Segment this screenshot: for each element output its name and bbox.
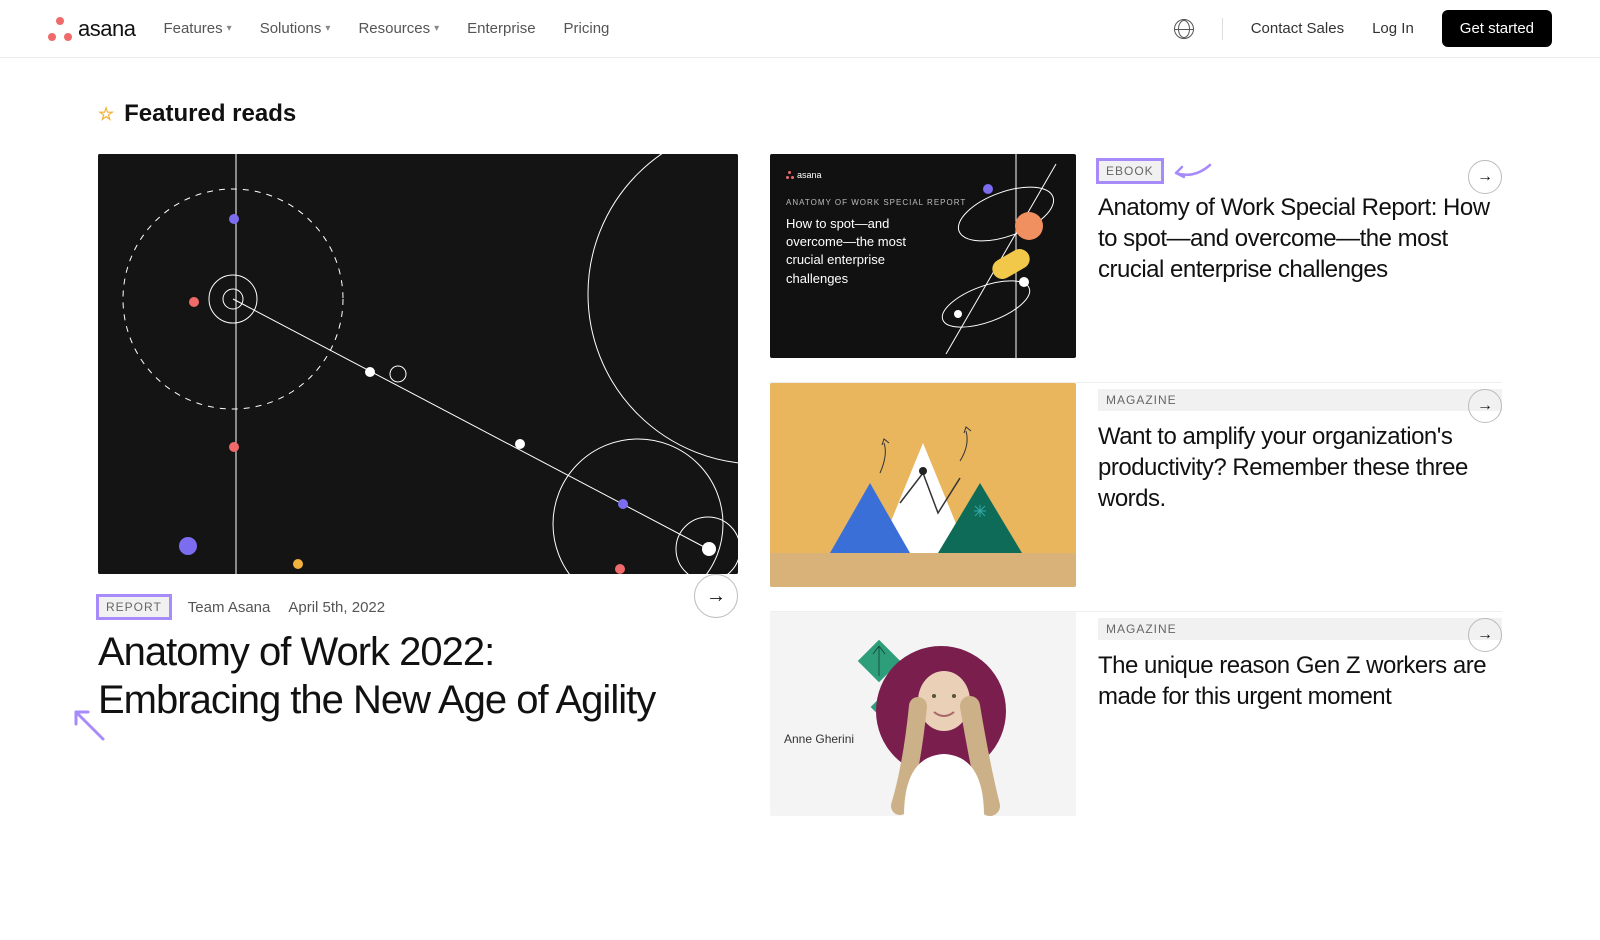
card-title: Want to amplify your organization's prod… bbox=[1098, 421, 1502, 515]
nav-solutions[interactable]: Solutions▾ bbox=[260, 20, 331, 37]
card-arrow-button[interactable]: → bbox=[1468, 618, 1502, 652]
annotation-arrow-icon bbox=[1170, 161, 1214, 181]
content-type-tag: EBOOK bbox=[1098, 160, 1162, 182]
brand-name: asana bbox=[78, 16, 135, 42]
login-link[interactable]: Log In bbox=[1372, 20, 1414, 37]
page-content: ☆ Featured reads bbox=[50, 58, 1550, 840]
nav-pricing[interactable]: Pricing bbox=[564, 20, 610, 37]
section-title-text: Featured reads bbox=[124, 100, 296, 128]
hero-title: Anatomy of Work 2022: Embracing the New … bbox=[98, 628, 674, 724]
hero-date: April 5th, 2022 bbox=[288, 599, 385, 616]
nav-label: Features bbox=[163, 20, 222, 37]
card-title: The unique reason Gen Z workers are made… bbox=[1098, 650, 1502, 712]
content-type-tag: MAGAZINE bbox=[1098, 389, 1502, 411]
article-card[interactable]: MAGAZINE Want to amplify your organizati… bbox=[770, 382, 1502, 587]
nav-enterprise[interactable]: Enterprise bbox=[467, 20, 535, 37]
person-photo-icon bbox=[874, 646, 1014, 816]
star-icon: ☆ bbox=[98, 104, 114, 125]
nav-label: Solutions bbox=[260, 20, 322, 37]
section-heading: ☆ Featured reads bbox=[98, 100, 1502, 128]
site-header: asana Features▾ Solutions▾ Resources▾ En… bbox=[0, 0, 1600, 58]
thumb-brand: asana bbox=[797, 170, 822, 180]
nav-features[interactable]: Features ▾ bbox=[163, 20, 231, 37]
thumb-title: How to spot—and overcome—the most crucia… bbox=[786, 215, 936, 288]
globe-icon[interactable] bbox=[1174, 19, 1194, 39]
article-card[interactable]: Anne Gherini MAGAZINE The unique reason … bbox=[770, 611, 1502, 816]
article-card[interactable]: asana ANATOMY OF WORK SPECIAL REPORT How… bbox=[770, 154, 1502, 358]
card-title: Anatomy of Work Special Report: How to s… bbox=[1098, 192, 1502, 286]
nav-label: Resources bbox=[358, 20, 430, 37]
card-thumbnail: Anne Gherini bbox=[770, 612, 1076, 816]
contact-sales-link[interactable]: Contact Sales bbox=[1251, 20, 1344, 37]
chevron-down-icon: ▾ bbox=[434, 23, 439, 34]
content-type-tag: MAGAZINE bbox=[1098, 618, 1502, 640]
hero-card[interactable]: REPORT Team Asana April 5th, 2022 Anatom… bbox=[98, 154, 738, 816]
divider bbox=[1222, 18, 1223, 40]
hero-arrow-button[interactable]: → bbox=[694, 574, 738, 618]
primary-nav: Features▾ Solutions▾ Resources▾ Enterpri… bbox=[163, 20, 609, 37]
card-thumbnail: asana ANATOMY OF WORK SPECIAL REPORT How… bbox=[770, 154, 1076, 358]
chevron-down-icon: ▾ bbox=[227, 23, 232, 34]
content-type-tag: REPORT bbox=[98, 596, 170, 618]
thumb-person-name: Anne Gherini bbox=[784, 732, 854, 746]
card-thumbnail bbox=[770, 383, 1076, 587]
chevron-down-icon: ▾ bbox=[325, 23, 330, 34]
brand-logo[interactable]: asana bbox=[48, 16, 135, 42]
hero-author: Team Asana bbox=[188, 599, 271, 616]
nav-label: Pricing bbox=[564, 20, 610, 37]
asana-logo-icon bbox=[48, 17, 72, 41]
side-card-list: asana ANATOMY OF WORK SPECIAL REPORT How… bbox=[770, 154, 1502, 816]
card-arrow-button[interactable]: → bbox=[1468, 160, 1502, 194]
nav-label: Enterprise bbox=[467, 20, 535, 37]
get-started-button[interactable]: Get started bbox=[1442, 10, 1552, 47]
hero-illustration bbox=[98, 154, 738, 574]
card-arrow-button[interactable]: → bbox=[1468, 389, 1502, 423]
nav-resources[interactable]: Resources ▾ bbox=[358, 20, 439, 37]
